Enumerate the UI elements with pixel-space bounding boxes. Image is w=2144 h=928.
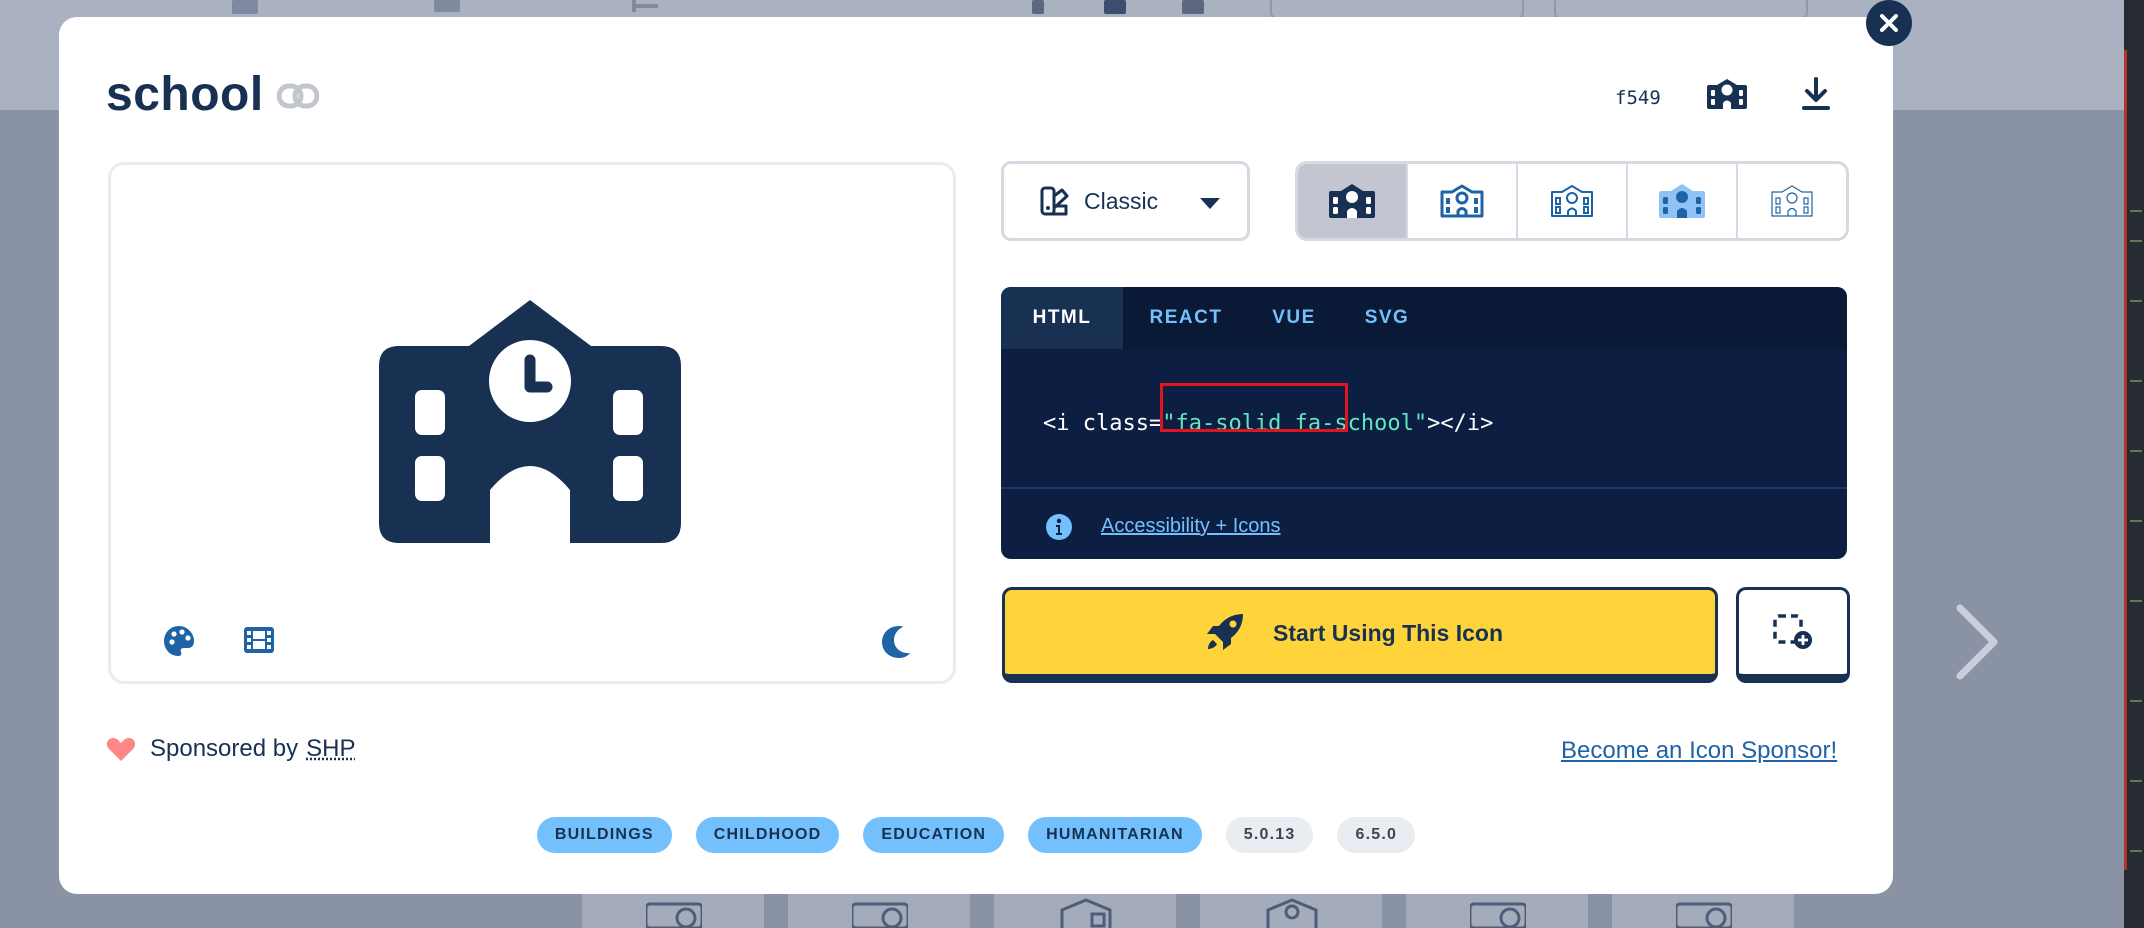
palette-icon[interactable] (163, 625, 195, 662)
accessibility-link[interactable]: Accessibility + Icons (1101, 515, 1281, 538)
school-thin-icon (1771, 185, 1813, 217)
rocket-icon (1207, 614, 1243, 650)
become-sponsor-link[interactable]: Become an Icon Sponsor! (1561, 737, 1837, 765)
variant-thin[interactable] (1736, 164, 1846, 238)
tag-childhood[interactable]: CHILDHOOD (695, 817, 840, 853)
start-button-label: Start Using This Icon (1273, 620, 1504, 646)
tag-humanitarian[interactable]: HUMANITARIAN (1028, 817, 1202, 853)
tab-svg[interactable]: SVG (1339, 287, 1435, 349)
swatchbook-icon (1040, 186, 1069, 216)
code-snippet-panel: HTML REACT VUE SVG <i class="fa-solid fa… (1001, 287, 1847, 559)
add-to-kit-button[interactable] (1736, 587, 1850, 683)
chevron-down-icon (1200, 198, 1220, 209)
version-badge[interactable]: 6.5.0 (1337, 817, 1416, 853)
background-side-panel (2124, 0, 2144, 928)
variant-duotone[interactable] (1626, 164, 1736, 238)
school-solid-icon (1329, 184, 1375, 218)
icon-detail-modal: school f549 Classic HTML REACT VUE SVG <… (59, 17, 1893, 894)
icon-preview-panel (108, 162, 956, 684)
code-tabs: HTML REACT VUE SVG (1001, 287, 1847, 349)
school-regular-icon (1440, 184, 1484, 218)
variant-regular[interactable] (1406, 164, 1516, 238)
icon-tags: BUILDINGS CHILDHOOD EDUCATION HUMANITARI… (59, 817, 1893, 853)
sponsored-by-text: Sponsored by (150, 735, 299, 762)
tab-html[interactable]: HTML (1001, 287, 1123, 349)
sponsor-brand-link[interactable]: SHP (306, 735, 355, 763)
code-suffix: ></i> (1427, 411, 1494, 436)
square-plus-icon (1773, 614, 1812, 649)
heart-icon (106, 738, 136, 761)
next-icon-arrow[interactable] (1952, 602, 2002, 682)
variant-solid[interactable] (1298, 164, 1406, 238)
tab-vue[interactable]: VUE (1249, 287, 1339, 349)
icon-title: school (106, 68, 264, 121)
unicode-value[interactable]: f549 (1615, 87, 1661, 109)
start-using-icon-button[interactable]: Start Using This Icon (1002, 587, 1718, 683)
variant-light[interactable] (1516, 164, 1626, 238)
moon-icon[interactable] (881, 625, 911, 664)
divider (1001, 487, 1847, 489)
school-duotone-icon (1659, 184, 1705, 218)
code-prefix: <i class= (1043, 411, 1163, 436)
info-circle-icon (1046, 514, 1072, 540)
close-modal-button[interactable] (1866, 0, 1912, 46)
tag-education[interactable]: EDUCATION (863, 817, 1005, 853)
close-icon (1880, 14, 1898, 32)
link-icon[interactable] (276, 83, 320, 114)
school-preview-icon (379, 300, 681, 543)
film-icon[interactable] (243, 625, 275, 660)
tab-react[interactable]: REACT (1123, 287, 1249, 349)
style-family-dropdown[interactable]: Classic (1001, 161, 1250, 241)
style-variant-selector (1295, 161, 1849, 241)
download-icon[interactable] (1801, 77, 1831, 116)
sponsor-line: Sponsored by SHP (106, 735, 355, 763)
code-highlight-box (1160, 383, 1348, 432)
school-glyph-icon[interactable] (1707, 79, 1747, 114)
school-light-icon (1551, 185, 1593, 217)
style-dropdown-label: Classic (1084, 188, 1159, 214)
tag-buildings[interactable]: BUILDINGS (536, 817, 672, 853)
version-badge[interactable]: 5.0.13 (1225, 817, 1314, 853)
